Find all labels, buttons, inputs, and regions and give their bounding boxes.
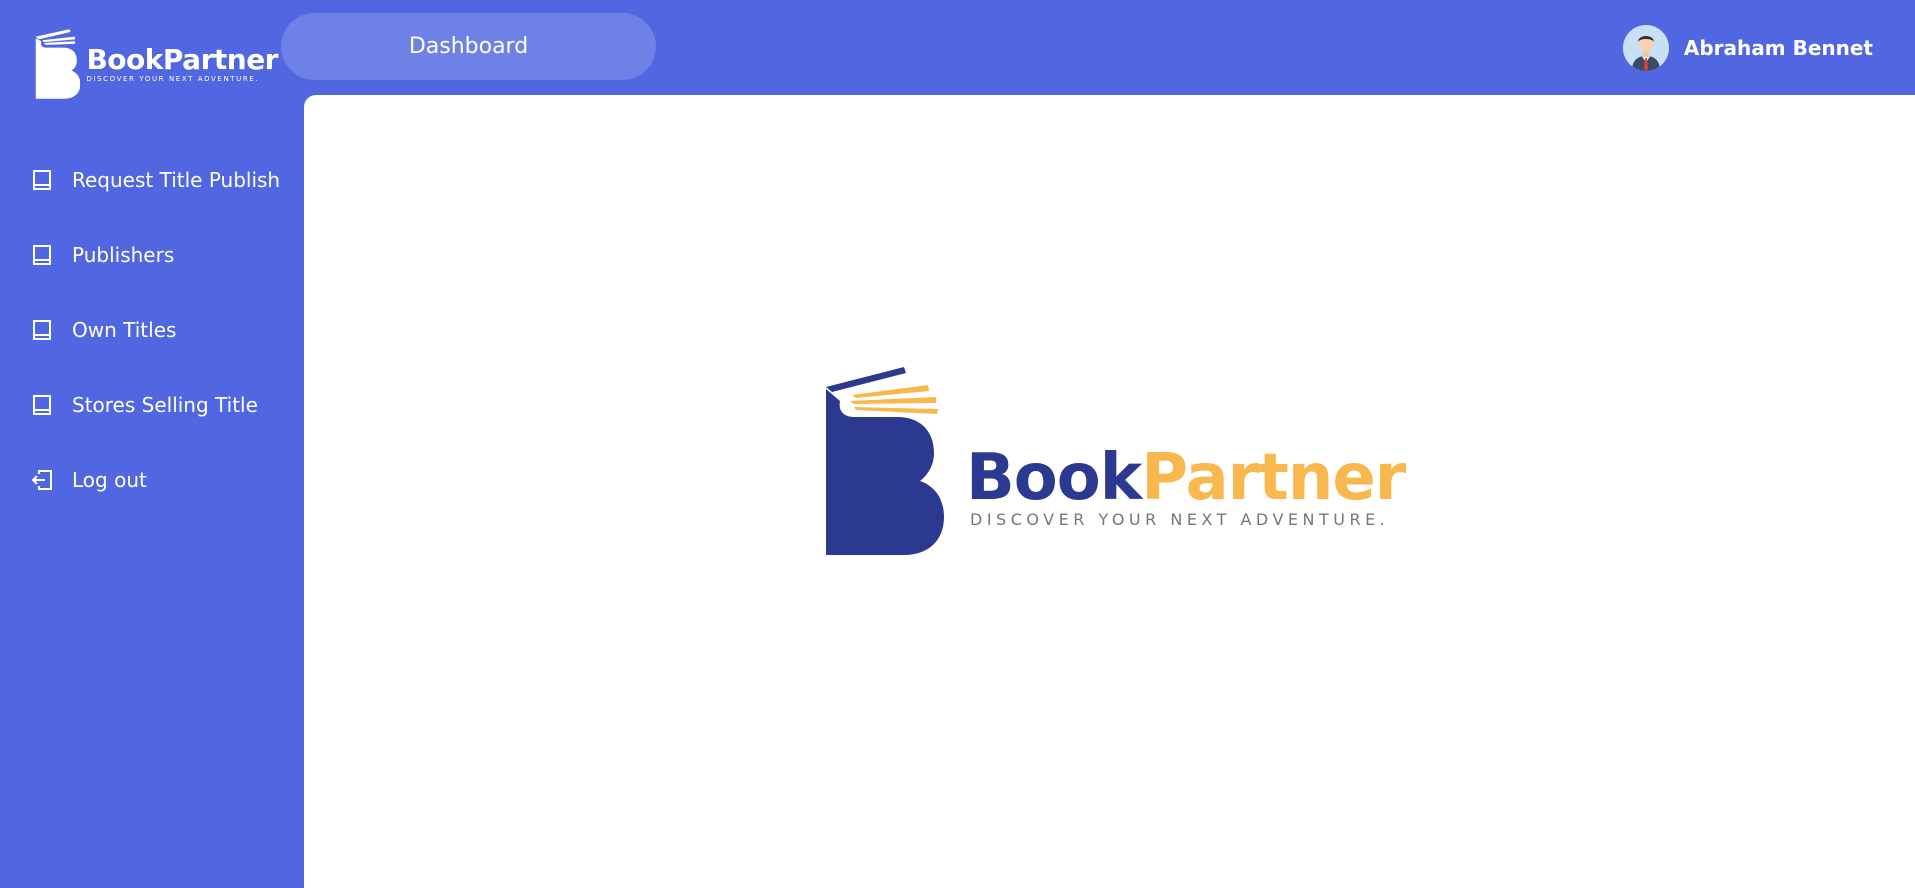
main-logo-tagline: DISCOVER YOUR NEXT ADVENTURE. <box>970 510 1390 529</box>
sidebar-item-logout[interactable]: Log out <box>28 460 298 500</box>
book-icon <box>28 391 56 419</box>
sidebar-item-own-titles[interactable]: Own Titles <box>28 310 298 350</box>
avatar[interactable] <box>1622 25 1669 71</box>
sidebar-item-label: Stores Selling Title <box>72 393 258 417</box>
user-avatar-icon <box>1622 25 1669 71</box>
sidebar-nav: Request Title Publish Publishers Own Tit… <box>28 160 298 535</box>
user-profile[interactable]: Abraham Bennet <box>1622 25 1873 71</box>
sidebar-item-label: Own Titles <box>72 318 177 342</box>
dashboard-button[interactable]: Dashboard <box>281 13 656 80</box>
book-icon <box>28 166 56 194</box>
logout-icon <box>28 466 56 494</box>
main-content: BookPartner DISCOVER YOUR NEXT ADVENTURE… <box>304 95 1915 888</box>
sidebar-logo-text: BookPartner <box>86 42 278 76</box>
sidebar-item-publishers[interactable]: Publishers <box>28 235 298 275</box>
sidebar-item-stores-selling-title[interactable]: Stores Selling Title <box>28 385 298 425</box>
sidebar-item-request-title-publish[interactable]: Request Title Publish <box>28 160 298 200</box>
book-logo-icon <box>35 29 81 99</box>
book-icon <box>28 316 56 344</box>
book-logo-icon <box>826 367 944 555</box>
book-icon <box>28 241 56 269</box>
sidebar-item-label: Log out <box>72 468 147 492</box>
app-window: BookPartner DISCOVER YOUR NEXT ADVENTURE… <box>0 0 1915 888</box>
sidebar-logo[interactable]: BookPartner DISCOVER YOUR NEXT ADVENTURE… <box>33 24 278 104</box>
sidebar-item-label: Request Title Publish <box>72 168 281 192</box>
main-logo-text-partner: Partner <box>1141 441 1406 515</box>
main-logo-text-book: Book <box>966 441 1142 515</box>
main-logo: BookPartner DISCOVER YOUR NEXT ADVENTURE… <box>824 367 1406 557</box>
main-logo-text: BookPartner <box>966 445 1406 511</box>
sidebar-item-label: Publishers <box>72 243 175 267</box>
user-name: Abraham Bennet <box>1683 36 1873 60</box>
sidebar-logo-tagline: DISCOVER YOUR NEXT ADVENTURE. <box>86 74 260 83</box>
